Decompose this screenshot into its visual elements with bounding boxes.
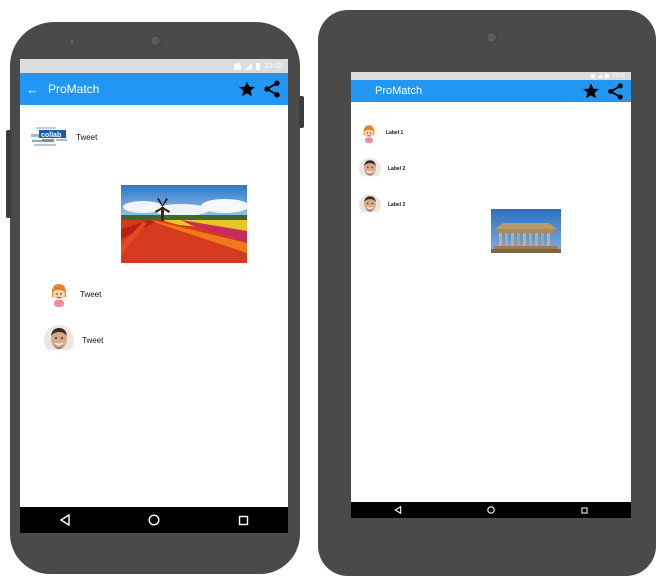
circle-home-icon[interactable] [139,507,169,533]
phone-power-button [299,96,304,128]
row-label: Label 2 [388,166,406,172]
square-recents-icon[interactable] [569,502,599,518]
triangle-back-icon[interactable] [383,502,413,518]
list-item[interactable]: collab Tweet [30,123,97,151]
smiling-man-avatar [44,325,74,355]
tulip-field-photo [121,185,247,263]
app-title: ProMatch [375,85,423,97]
tablet-screen: 22:02 ProMatch Label 1 Label 2 Label 2 [351,72,631,518]
status-time: 22:02 [264,62,282,70]
svg-text:collab: collab [41,132,61,139]
row-label: Label 1 [386,130,404,136]
triangle-back-icon[interactable] [50,507,80,533]
star-icon[interactable] [582,82,600,100]
smiling-man-avatar [359,158,381,180]
signal-icon [245,62,253,70]
phone-screen: 22:02 ← ProMatch collab Tweet Tweet Twee… [20,59,288,533]
tablet-navigation-bar [351,502,631,518]
wifi-icon [234,62,242,70]
square-recents-icon[interactable] [228,507,258,533]
list-item[interactable]: Label 2 [359,158,405,180]
phone-navigation-bar [20,507,288,533]
tablet-status-bar: 22:02 [351,72,631,80]
share-icon[interactable] [262,79,282,99]
share-icon[interactable] [606,82,625,101]
star-icon[interactable] [238,80,256,98]
list-item[interactable]: Tweet [46,281,101,307]
battery-icon [605,74,610,78]
phone-volume-button [6,130,11,218]
battery-icon [256,62,261,70]
phone-speaker [69,39,75,45]
tweet-label: Tweet [80,289,102,299]
arrow-left-icon[interactable]: ← [26,83,48,96]
list-item[interactable]: Label 1 [359,122,403,144]
circle-home-icon[interactable] [476,502,506,518]
cartoon-girl-avatar [46,281,72,307]
phone-front-camera [150,35,161,46]
tablet-app-bar: ProMatch [351,80,631,102]
wifi-icon [591,74,596,78]
smiling-man-avatar [359,194,381,216]
phone-status-bar: 22:02 [20,59,288,73]
list-item[interactable]: Tweet [44,325,103,355]
parthenon-photo [491,209,561,253]
phone-device: 22:02 ← ProMatch collab Tweet Tweet Twee… [6,22,304,574]
collab-wordcloud-image: collab [30,123,68,151]
tweet-label: Tweet [82,335,104,345]
signal-icon [598,74,603,78]
tablet-front-camera [486,32,497,43]
row-label: Label 2 [388,202,406,208]
list-item[interactable]: Label 2 [359,194,405,216]
status-time: 22:02 [612,73,625,79]
tweet-label: Tweet [76,132,98,142]
tablet-device: 22:02 ProMatch Label 1 Label 2 Label 2 [318,10,656,576]
app-title: ProMatch [48,82,100,96]
phone-app-bar: ← ProMatch [20,73,288,105]
cartoon-girl-avatar [359,122,379,144]
